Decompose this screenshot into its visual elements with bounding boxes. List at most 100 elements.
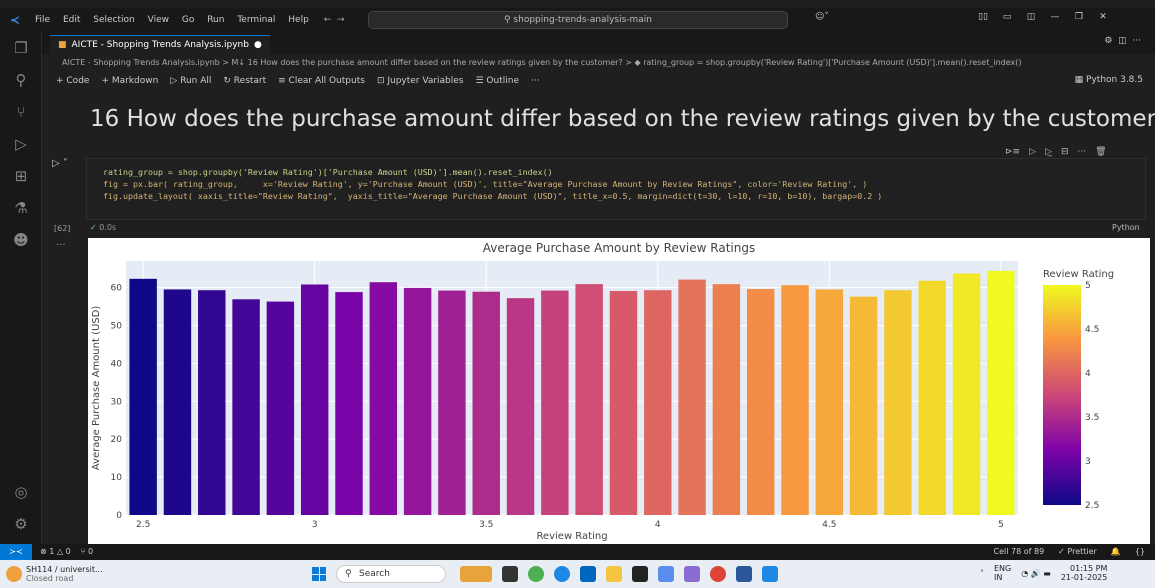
copilot-icon[interactable]: ☺˅ xyxy=(815,12,829,22)
command-center-search[interactable]: ⚲ shopping-trends-analysis-main xyxy=(368,11,788,29)
bar[interactable] xyxy=(266,301,295,515)
explorer-icon[interactable]: ❐ xyxy=(0,32,42,64)
maximize-icon[interactable]: ❐ xyxy=(1071,12,1087,22)
source-control-icon[interactable]: ⑂ xyxy=(0,96,42,128)
jupyter-variables-button[interactable]: ⊡ Jupyter Variables xyxy=(377,76,464,86)
testing-icon[interactable]: ⚗ xyxy=(0,192,42,224)
bar[interactable] xyxy=(129,278,157,515)
y-tick-label: 60 xyxy=(111,284,123,294)
notepad-icon[interactable] xyxy=(658,566,674,582)
kernel-picker[interactable]: ▦ Python 3.8.5 xyxy=(1075,75,1143,85)
problems-count[interactable]: ⊗ 1 △ 0 xyxy=(40,547,71,556)
tab-notebook[interactable]: ■ AICTE - Shopping Trends Analysis.ipynb… xyxy=(50,35,270,54)
weather-widget[interactable]: SH114 / universit... Closed road xyxy=(26,565,103,583)
minimize-icon[interactable]: — xyxy=(1047,12,1063,22)
bar[interactable] xyxy=(575,284,603,515)
run-debug-icon[interactable]: ▷ xyxy=(0,128,42,160)
bar[interactable] xyxy=(335,292,363,515)
edge-icon[interactable] xyxy=(554,566,570,582)
bar[interactable] xyxy=(163,289,192,515)
language-indicator[interactable]: ENG IN xyxy=(994,564,1011,582)
bar[interactable] xyxy=(815,289,844,515)
ports-count[interactable]: ⑂ 0 xyxy=(81,547,93,556)
account-icon[interactable]: ◎ xyxy=(0,476,42,508)
bar[interactable] xyxy=(952,273,981,515)
clock[interactable]: 01:15 PM 21-01-2025 xyxy=(1061,564,1108,582)
close-icon[interactable]: ✕ xyxy=(1095,12,1111,22)
run-all-button[interactable]: ▷ Run All xyxy=(170,76,211,86)
vscode-taskbar-icon[interactable] xyxy=(762,566,778,582)
bar[interactable] xyxy=(369,282,398,515)
bar[interactable] xyxy=(644,290,672,515)
bar[interactable] xyxy=(541,290,569,515)
restart-button[interactable]: ↻ Restart xyxy=(223,76,266,86)
bar[interactable] xyxy=(746,289,775,515)
breadcrumb[interactable]: AICTE - Shopping Trends Analysis.ipynb >… xyxy=(42,54,1155,71)
add-markdown-button[interactable]: + Markdown xyxy=(101,76,158,86)
copilot-app-icon[interactable] xyxy=(528,566,544,582)
copilot-chat-icon[interactable]: ☻ xyxy=(0,224,42,256)
remote-indicator-icon[interactable]: ≻≺ xyxy=(0,544,32,560)
wifi-volume-battery-icon[interactable]: ◔ 🔊 ▬ xyxy=(1021,569,1051,578)
menu-view[interactable]: View xyxy=(148,15,169,25)
task-view-icon[interactable] xyxy=(502,566,518,582)
file-explorer-icon[interactable] xyxy=(606,566,622,582)
menu-file[interactable]: File xyxy=(35,15,50,25)
bar[interactable] xyxy=(712,284,741,515)
run-cell-button[interactable]: ▷ ˅ xyxy=(52,158,68,169)
menu-run[interactable]: Run xyxy=(207,15,224,25)
editor-actions[interactable]: ⚙ ◫ ··· xyxy=(1104,36,1141,46)
settings-gear-icon[interactable]: ⚙ xyxy=(0,508,42,540)
plotly-figure[interactable]: Average Purchase Amount by Review Rating… xyxy=(88,238,1150,544)
bar[interactable] xyxy=(300,284,329,515)
sidebar-toggle-icon[interactable]: ◫ xyxy=(1023,12,1039,22)
menu-help[interactable]: Help xyxy=(288,15,309,25)
menu-edit[interactable]: Edit xyxy=(63,15,80,25)
nav-arrows[interactable]: ← → xyxy=(324,15,345,25)
start-button-icon[interactable] xyxy=(312,567,326,581)
cell-position[interactable]: Cell 78 of 89 xyxy=(994,547,1045,556)
bar[interactable] xyxy=(506,298,535,515)
code-cell[interactable]: rating_group = shop.groupby('Review Rati… xyxy=(86,158,1146,220)
outline-button[interactable]: ☰ Outline xyxy=(476,76,520,86)
more-actions-button[interactable]: ··· xyxy=(531,76,540,86)
add-code-button[interactable]: + Code xyxy=(56,76,89,86)
menu-go[interactable]: Go xyxy=(182,15,194,25)
modified-dot-icon[interactable]: ● xyxy=(254,40,262,50)
weather-alert-icon[interactable] xyxy=(6,566,22,582)
bar-chart[interactable]: Average Purchase Amount by Review Rating… xyxy=(88,238,1150,544)
braces-icon[interactable]: {} xyxy=(1135,547,1145,556)
tray-chevron-icon[interactable]: ˄ xyxy=(980,569,984,578)
panel-toggle-icon[interactable]: ▭ xyxy=(999,12,1015,22)
y-axis-title: Average Purchase Amount (USD) xyxy=(91,306,102,471)
prettier-status[interactable]: ✓ Prettier xyxy=(1058,547,1097,556)
extensions-icon[interactable]: ⊞ xyxy=(0,160,42,192)
bar[interactable] xyxy=(884,290,912,515)
bar[interactable] xyxy=(918,280,946,515)
menu-terminal[interactable]: Terminal xyxy=(237,15,275,25)
notifications-bell-icon[interactable]: 🔔 xyxy=(1111,547,1121,556)
bar[interactable] xyxy=(232,299,260,515)
taskbar-search[interactable]: ⚲ Search xyxy=(336,565,446,583)
search-icon[interactable]: ⚲ xyxy=(0,64,42,96)
bar[interactable] xyxy=(198,290,226,515)
terminal-icon[interactable] xyxy=(632,566,648,582)
bar[interactable] xyxy=(438,290,466,515)
bar[interactable] xyxy=(678,279,706,515)
bar[interactable] xyxy=(781,285,809,515)
clear-outputs-button[interactable]: ≡ Clear All Outputs xyxy=(278,76,365,86)
bar[interactable] xyxy=(472,291,500,515)
widgets-icon[interactable] xyxy=(460,566,492,582)
menu-selection[interactable]: Selection xyxy=(93,15,134,25)
word-icon[interactable] xyxy=(736,566,752,582)
bar[interactable] xyxy=(987,270,1015,515)
network-app-icon[interactable] xyxy=(684,566,700,582)
cell-language[interactable]: Python xyxy=(1112,223,1140,232)
bar[interactable] xyxy=(609,290,638,515)
chrome-icon[interactable] xyxy=(710,566,726,582)
store-icon[interactable] xyxy=(580,566,596,582)
bar[interactable] xyxy=(849,296,878,515)
layout-toggle-icon[interactable]: ▯▯ xyxy=(975,12,991,22)
output-more-icon[interactable]: ··· xyxy=(56,240,66,251)
bar[interactable] xyxy=(403,287,432,515)
